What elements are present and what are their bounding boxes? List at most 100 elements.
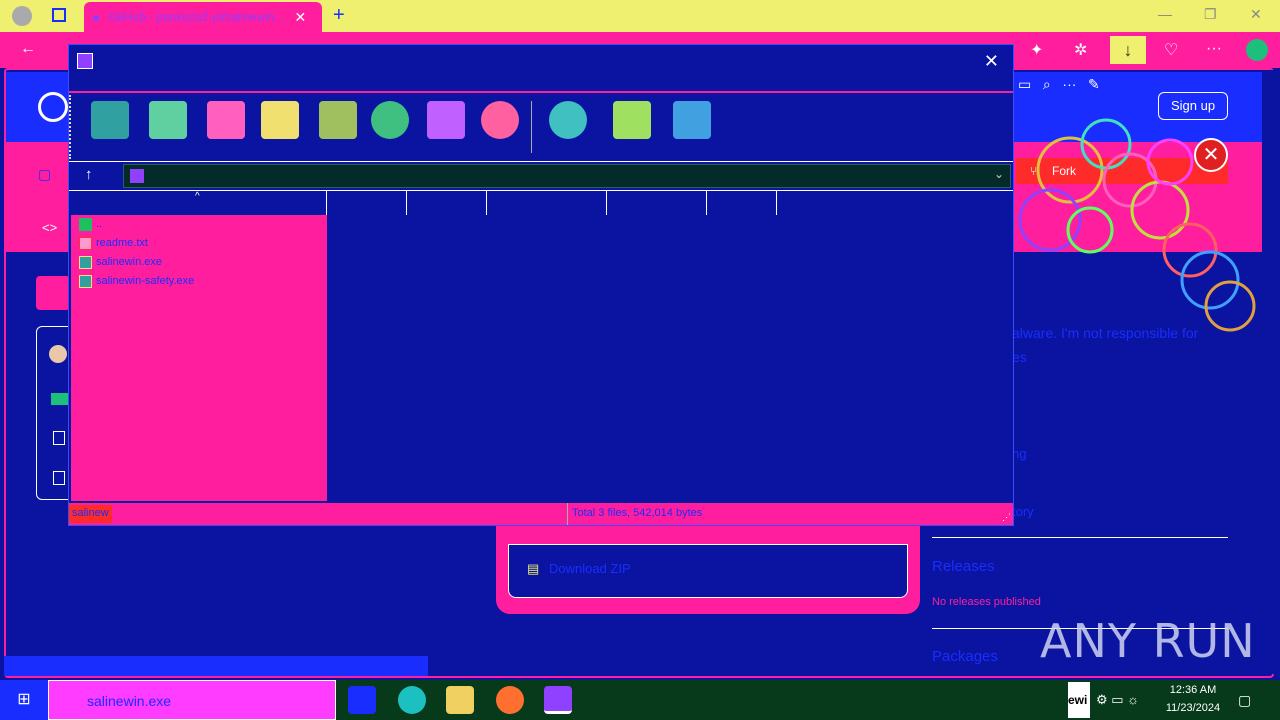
status-total: Total 3 files, 542,014 bytes [567,503,706,525]
restore-icon[interactable]: ❐ [1204,6,1217,23]
resize-grip-icon[interactable]: ⋰ [1002,512,1011,523]
browser-tab[interactable]: ● GitHub - pankoza2-pl/salinewin... ✕ [84,2,322,32]
download-zip-label: Download ZIP [549,561,631,576]
file-list: .. readme.txt salinewin.exe salinewin-sa… [71,215,327,501]
column-separator[interactable] [776,191,777,215]
notification-icon[interactable]: ▢ [1238,692,1251,709]
file-name: salinewin.exe [96,256,163,268]
test-icon[interactable] [207,101,245,139]
favorites-icon[interactable]: ♡ [1164,40,1178,60]
winrar-taskbar-icon[interactable] [544,686,572,714]
list-item[interactable]: readme.txt [79,234,148,252]
archive-icon [130,169,144,183]
column-separator[interactable] [406,191,407,215]
comment-icon[interactable] [613,101,651,139]
github-logo-icon[interactable] [38,92,68,122]
tray-icons[interactable]: ⚙ ▭ ☼ [1096,692,1139,708]
status-selection: salinew [69,505,112,523]
tab-actions-icon[interactable] [52,8,66,22]
downloads-icon[interactable]: ↓ [1110,36,1146,64]
more-icon[interactable]: ··· [1206,40,1222,58]
sfx-icon[interactable] [673,101,711,139]
error-icon: ✕ [1194,138,1228,172]
extract-icon[interactable] [149,101,187,139]
tab-title: GitHub - pankoza2-pl/salinewin... [108,10,285,24]
wizard-icon[interactable] [427,101,465,139]
path-field[interactable]: ⌄ [123,164,1011,188]
virus-scan-icon[interactable] [549,101,587,139]
edge-icon[interactable] [398,686,426,714]
delete-icon[interactable] [319,101,357,139]
archive-close-icon[interactable]: ✕ [984,51,999,72]
add-icon[interactable] [91,101,129,139]
file-name: readme.txt [96,237,148,249]
repo-icon: ▢ [38,166,52,182]
list-item[interactable]: salinewin-safety.exe [79,272,194,290]
sidebar-link[interactable]: ng [1012,446,1026,461]
tray-app-label[interactable]: ewi [1068,682,1090,718]
column-headers[interactable]: ^ [69,190,1013,215]
zip-icon: ▤ [527,561,540,576]
horizontal-scrollbar[interactable] [4,656,428,676]
profile-avatar[interactable] [12,6,32,26]
copilot-icon[interactable] [1246,39,1268,61]
file-explorer-icon[interactable] [446,686,474,714]
clock-time[interactable]: 12:36 AM [1148,684,1238,696]
github-icon: ● [92,9,101,25]
watermark: ANY RUN [1040,614,1256,668]
code-tab-icon[interactable]: <> [42,220,57,235]
tab-close-icon[interactable]: ✕ [294,9,306,26]
file-name: .. [96,218,103,230]
new-tab-icon[interactable]: + [333,4,345,27]
branch-button[interactable] [36,276,70,310]
chevron-down-icon[interactable]: ⌄ [994,167,1004,181]
author-avatar [49,345,67,363]
minimize-icon[interactable]: — [1158,6,1172,22]
find-icon[interactable] [371,101,409,139]
no-releases-text: No releases published [932,596,1041,608]
task-view-icon[interactable] [348,686,376,714]
glitch-circles [1018,118,1256,332]
column-separator[interactable] [606,191,607,215]
view-icon[interactable] [261,101,299,139]
up-folder-icon[interactable]: ↑ [85,166,93,183]
file-icon [53,471,65,485]
page-toolbar-icons[interactable]: ▭ ⌕ ··· ✎ [1018,76,1100,93]
download-zip-item[interactable]: ▤ Download ZIP [508,544,908,598]
archive-toolbar [69,95,1013,159]
column-separator[interactable] [706,191,707,215]
text-file-icon [79,236,92,250]
column-separator[interactable] [326,191,327,215]
archive-title-bar[interactable]: ✕ [69,45,1013,93]
browser-tab-bar: ● GitHub - pankoza2-pl/salinewin... ✕ + … [0,0,1280,32]
folder-icon [51,393,69,405]
file-name: salinewin-safety.exe [96,275,195,287]
archive-window: ✕ ↑ ⌄ ^ .. readme.txt salinewin.exe sali… [68,44,1014,526]
clock-date[interactable]: 11/23/2024 [1148,702,1238,714]
extension-icon[interactable]: ✦ [1030,40,1043,60]
divider [932,537,1228,538]
back-icon[interactable]: ← [20,40,36,58]
column-separator[interactable] [486,191,487,215]
firefox-icon[interactable] [496,686,524,714]
info-icon[interactable] [481,101,519,139]
sort-ascending-icon: ^ [195,191,200,202]
toolbar-separator [531,101,532,153]
releases-heading[interactable]: Releases [932,558,995,575]
start-icon[interactable]: ⊞ [0,680,48,720]
folder-up-icon [79,217,92,231]
file-list-panel [36,326,72,500]
window-close-icon[interactable]: ✕ [1250,6,1262,23]
settings-icon[interactable]: ✲ [1074,40,1087,60]
list-item[interactable]: salinewin.exe [79,253,162,271]
taskbar-search[interactable]: salinewin.exe [48,680,336,720]
status-bar: salinew Total 3 files, 542,014 bytes ⋰ [69,503,1013,525]
address-bar: ↑ ⌄ [69,161,1013,189]
sidebar-link[interactable]: tory [1012,504,1034,519]
search-text: salinewin.exe [87,693,172,709]
exe-file-icon [79,255,92,269]
packages-heading[interactable]: Packages [932,648,998,665]
repo-description-line2: es [1012,349,1027,365]
list-item[interactable]: .. [79,215,102,233]
exe-file-icon [79,274,92,288]
